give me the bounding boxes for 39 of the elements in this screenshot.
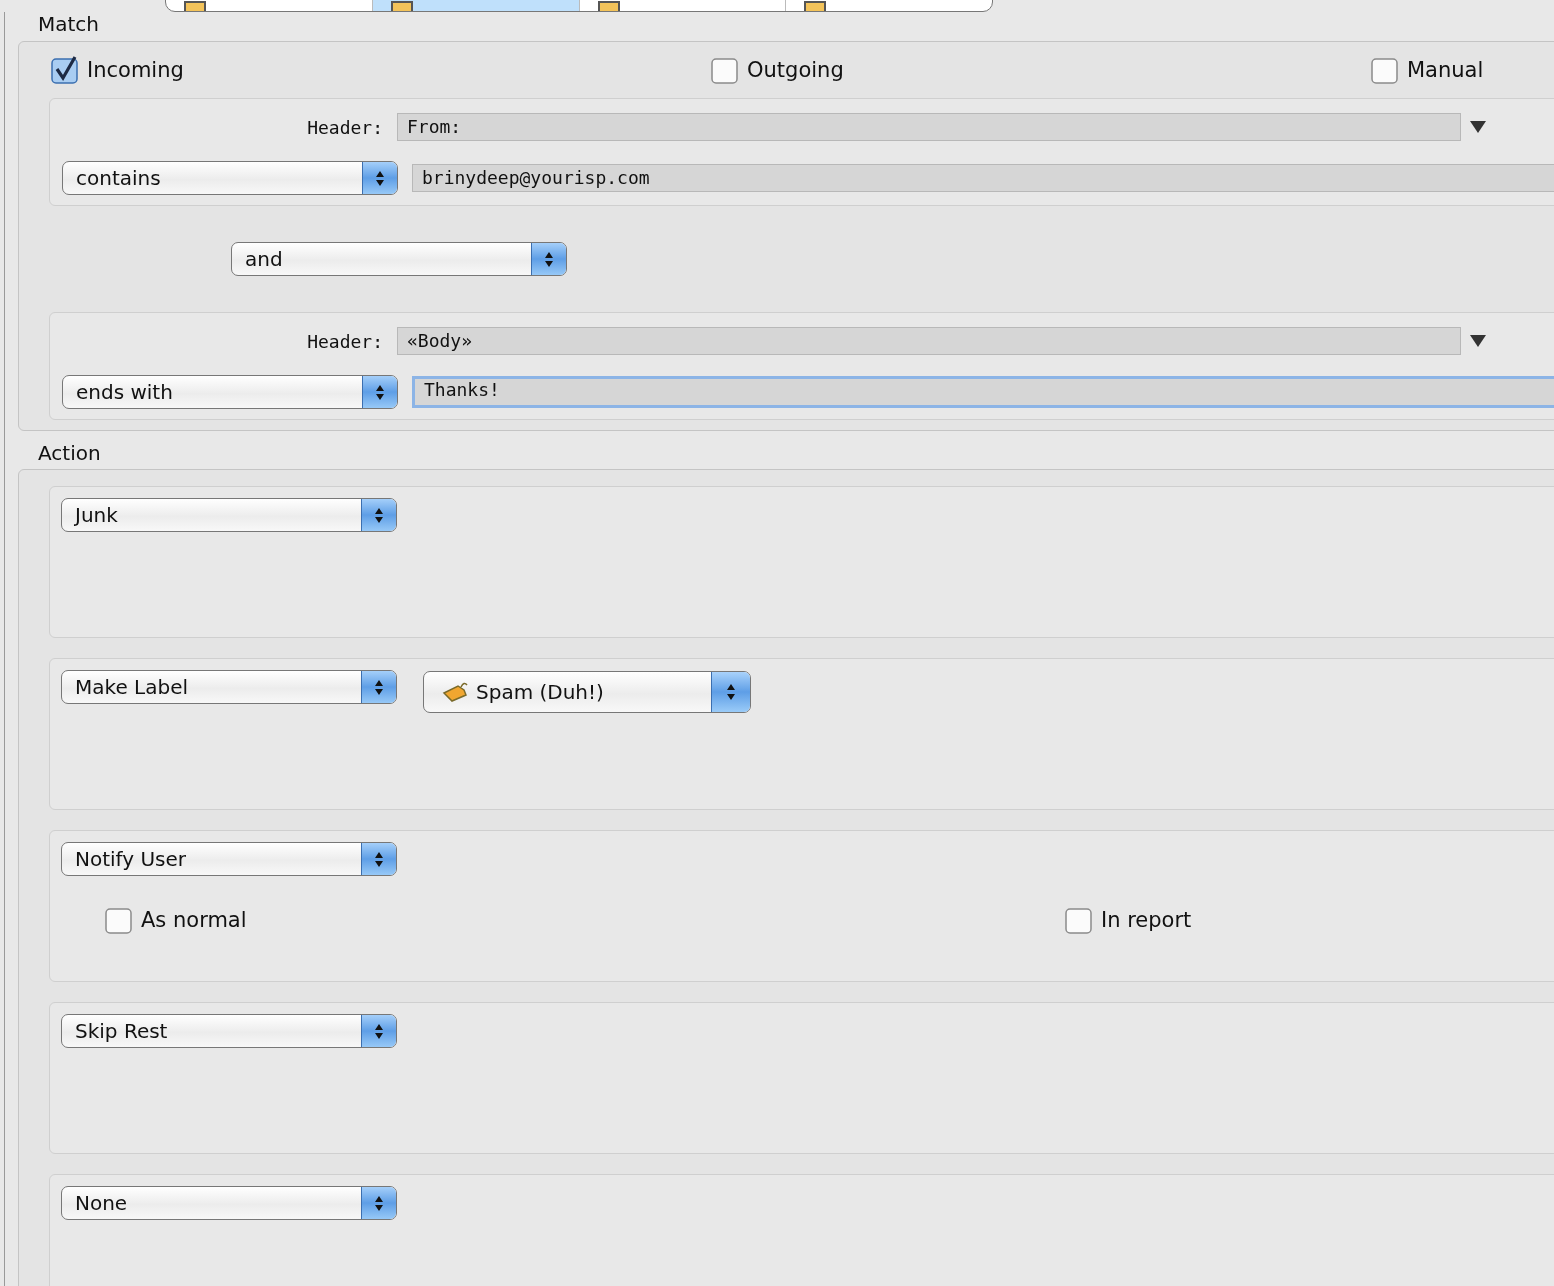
label-popup[interactable]: Spam (Duh!): [423, 671, 751, 713]
action-popup[interactable]: Make Label: [61, 670, 397, 704]
conjunction-popup[interactable]: and: [231, 242, 567, 276]
header-combo-field[interactable]: From:: [397, 113, 1461, 141]
action-popup[interactable]: Notify User: [61, 842, 397, 876]
stepper-arrows-icon: [531, 243, 566, 275]
checkbox[interactable]: [51, 56, 79, 84]
stepper-arrows-icon: [361, 1015, 396, 1047]
checkbox-label: In report: [1101, 908, 1192, 932]
value-field[interactable]: brinydeep@yourisp.com: [412, 164, 1554, 192]
action-popup[interactable]: Junk: [61, 498, 397, 532]
action-popup[interactable]: None: [61, 1186, 397, 1220]
header-label: Header:: [306, 330, 384, 352]
checkbox-label: Incoming: [87, 58, 184, 82]
operator-popup[interactable]: contains: [62, 161, 398, 195]
stepper-arrows-icon: [362, 376, 397, 408]
stepper-arrows-icon: [711, 672, 750, 712]
checkbox-label: Outgoing: [747, 58, 844, 82]
checkbox-label: Manual: [1407, 58, 1484, 82]
dropdown-triangle-icon[interactable]: [1469, 334, 1487, 348]
stepper-arrows-icon: [362, 162, 397, 194]
action-popup[interactable]: Skip Rest: [61, 1014, 397, 1048]
group-title: Action: [38, 441, 101, 465]
checkbox[interactable]: [105, 906, 133, 934]
checkbox-label: As normal: [141, 908, 247, 932]
header-label: Header:: [306, 116, 384, 138]
checkbox[interactable]: [711, 56, 739, 84]
header-combo-field[interactable]: «Body»: [397, 327, 1461, 355]
dropdown-triangle-icon[interactable]: [1469, 120, 1487, 134]
value-field[interactable]: Thanks!: [412, 376, 1554, 408]
stepper-arrows-icon: [361, 499, 396, 531]
checkbox[interactable]: [1065, 906, 1093, 934]
operator-popup[interactable]: ends with: [62, 375, 398, 409]
stepper-arrows-icon: [361, 1187, 396, 1219]
stepper-arrows-icon: [361, 843, 396, 875]
stepper-arrows-icon: [361, 671, 396, 703]
tag-icon: [442, 681, 468, 703]
group-title: Match: [38, 12, 100, 36]
checkbox[interactable]: [1371, 56, 1399, 84]
